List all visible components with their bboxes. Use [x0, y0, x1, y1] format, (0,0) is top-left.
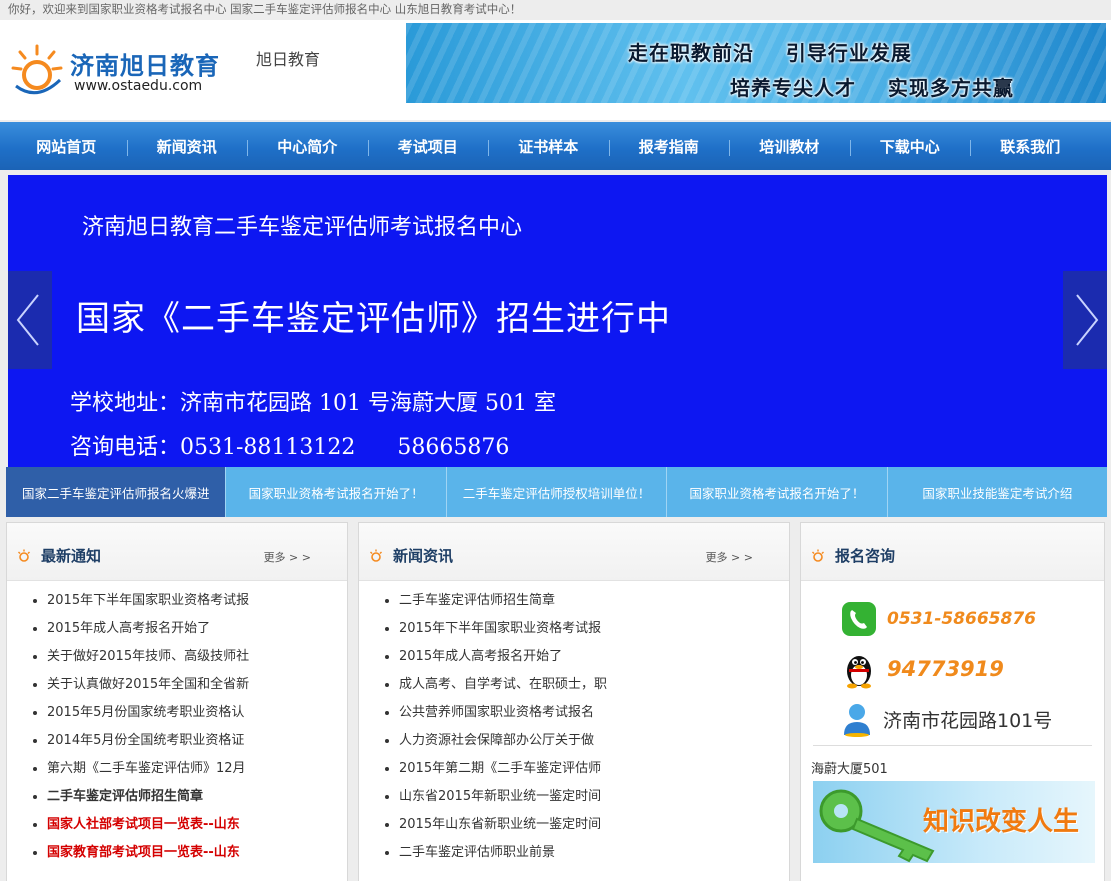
nav-contact[interactable]: 联系我们 [970, 136, 1091, 157]
news-item[interactable]: 成人高考、自学考试、在职硕士，职 [359, 671, 789, 699]
slide-address: 学校地址：济南市花园路 101 号海蔚大厦 501 室 [70, 391, 556, 416]
address-line2: 海蔚大厦501 [811, 762, 888, 777]
promo-banner[interactable]: 知识改变人生 [813, 781, 1095, 863]
slide-tabs: 国家二手车鉴定评估师报名火爆进 国家职业资格考试报名开始了！ 二手车鉴定评估师授… [6, 467, 1108, 517]
main-nav: 网站首页 新闻资讯 中心简介 考试项目 证书样本 报考指南 培训教材 下载中心 … [0, 122, 1111, 170]
news-item[interactable]: 二手车鉴定评估师招生简章 [359, 587, 789, 615]
hero-slide[interactable]: 济南旭日教育二手车鉴定评估师考试报名中心 国家《二手车鉴定评估师》招生进行中 学… [8, 175, 1107, 467]
notice-item[interactable]: 二手车鉴定评估师招生简章 [7, 783, 347, 811]
logo-url: www.ostaedu.com [74, 78, 203, 94]
sun-icon [18, 549, 30, 562]
slide-tab-4[interactable]: 国家职业资格考试报名开始了！ [667, 467, 888, 517]
notice-item[interactable]: 2015年5月份国家统考职业资格认 [7, 699, 347, 727]
qq-penguin-icon [847, 656, 871, 689]
slide-prev-button[interactable] [8, 271, 52, 369]
divider [813, 745, 1092, 746]
header-banner: 走在职教前沿 引导行业发展 培养专尖人才 实现多方共赢 [406, 23, 1106, 103]
notice-item[interactable]: 关于做好2015年技师、高级技师社 [7, 643, 347, 671]
nav-news[interactable]: 新闻资讯 [126, 136, 248, 157]
banner-slogan-2: 培养专尖人才 实现多方共赢 [730, 76, 1014, 100]
news-more-link[interactable]: 更多 > > [706, 549, 753, 565]
news-item[interactable]: 2015年第二期《二手车鉴定评估师 [359, 755, 789, 783]
nav-guide[interactable]: 报考指南 [608, 136, 730, 157]
welcome-text: 你好，欢迎来到国家职业资格考试报名中心 国家二手车鉴定评估师报名中心 山东旭日教… [8, 2, 522, 16]
address-row: 济南市花园路101号 [841, 699, 1052, 739]
nav-materials[interactable]: 培训教材 [729, 136, 850, 157]
news-item[interactable]: 2015年下半年国家职业资格考试报 [359, 615, 789, 643]
slide-tab-2[interactable]: 国家职业资格考试报名开始了！ [226, 467, 447, 517]
slide-next-button[interactable] [1063, 271, 1107, 369]
person-icon [844, 704, 870, 737]
notices-list: 2015年下半年国家职业资格考试报 2015年成人高考报名开始了 关于做好201… [7, 581, 347, 867]
qq-number: 94773919 [887, 657, 1004, 681]
news-header: 新闻资讯 更多 > > [359, 523, 789, 581]
notice-item[interactable]: 关于认真做好2015年全国和全省新 [7, 671, 347, 699]
news-title: 新闻资讯 [393, 547, 454, 565]
slide-title: 济南旭日教育二手车鉴定评估师考试报名中心 [82, 215, 523, 240]
logo-name: 济南旭日教育 [70, 52, 220, 80]
notice-item[interactable]: 2015年成人高考报名开始了 [7, 615, 347, 643]
brand-text: 旭日教育 [256, 50, 321, 69]
sun-logo-icon [11, 44, 63, 95]
notice-item-highlight[interactable]: 国家人社部考试项目一览表--山东 [7, 811, 347, 839]
site-logo[interactable]: 济南旭日教育 www.ostaedu.com [8, 38, 248, 110]
notices-header: 最新通知 更多 > > [7, 523, 347, 581]
consult-panel: 报名咨询 0531-58665876 94773919 济南市花园路101号 海… [800, 522, 1105, 881]
consult-header: 报名咨询 [801, 523, 1104, 581]
news-item[interactable]: 二手车鉴定评估师职业前景 [359, 839, 789, 867]
notices-more-link[interactable]: 更多 > > [264, 549, 311, 565]
chevron-left-icon [16, 294, 39, 346]
phone-row[interactable]: 0531-58665876 [841, 599, 1036, 639]
news-item[interactable]: 山东省2015年新职业统一鉴定时间 [359, 783, 789, 811]
notice-item[interactable]: 第六期《二手车鉴定评估师》12月 [7, 755, 347, 783]
news-item[interactable]: 人力资源社会保障部办公厅关于做 [359, 727, 789, 755]
nav-about[interactable]: 中心简介 [247, 136, 368, 157]
sun-icon [370, 549, 382, 562]
notices-title: 最新通知 [41, 547, 102, 565]
phone-number: 0531-58665876 [887, 609, 1036, 629]
sun-icon [812, 549, 824, 562]
news-item[interactable]: 2015年山东省新职业统一鉴定时间 [359, 811, 789, 839]
promo-slogan: 知识改变人生 [922, 807, 1079, 837]
notices-panel: 最新通知 更多 > > 2015年下半年国家职业资格考试报 2015年成人高考报… [6, 522, 348, 881]
news-list: 二手车鉴定评估师招生简章 2015年下半年国家职业资格考试报 2015年成人高考… [359, 581, 789, 867]
news-item[interactable]: 公共营养师国家职业资格考试报名 [359, 699, 789, 727]
notice-item[interactable]: 2015年下半年国家职业资格考试报 [7, 587, 347, 615]
phone-icon [842, 602, 876, 636]
slide-headline: 国家《二手车鉴定评估师》招生进行中 [76, 299, 671, 339]
slide-tab-1[interactable]: 国家二手车鉴定评估师报名火爆进 [6, 467, 227, 517]
notice-item-highlight[interactable]: 国家教育部考试项目一览表--山东 [7, 839, 347, 867]
welcome-bar: 你好，欢迎来到国家职业资格考试报名中心 国家二手车鉴定评估师报名中心 山东旭日教… [0, 0, 1111, 20]
slide-tab-5[interactable]: 国家职业技能鉴定考试介绍 [887, 467, 1108, 517]
nav-certificates[interactable]: 证书样本 [488, 136, 609, 157]
consult-title: 报名咨询 [835, 547, 896, 565]
news-panel: 新闻资讯 更多 > > 二手车鉴定评估师招生简章 2015年下半年国家职业资格考… [358, 522, 790, 881]
news-item[interactable]: 2015年成人高考报名开始了 [359, 643, 789, 671]
slide-phone: 咨询电话：0531-88113122 58665876 [70, 435, 510, 460]
nav-exams[interactable]: 考试项目 [367, 136, 489, 157]
nav-downloads[interactable]: 下载中心 [849, 136, 971, 157]
chevron-right-icon [1076, 294, 1099, 346]
address-text: 济南市花园路101号 [883, 709, 1053, 732]
nav-home[interactable]: 网站首页 [6, 136, 127, 157]
qq-row[interactable]: 94773919 [841, 649, 1004, 689]
slide-tab-3[interactable]: 二手车鉴定评估师授权培训单位！ [446, 467, 668, 517]
site-header: 济南旭日教育 www.ostaedu.com 旭日教育 走在职教前沿 引导行业发… [0, 20, 1111, 120]
notice-item[interactable]: 2014年5月份全国统考职业资格证 [7, 727, 347, 755]
banner-slogan-1: 走在职教前沿 引导行业发展 [628, 41, 912, 65]
